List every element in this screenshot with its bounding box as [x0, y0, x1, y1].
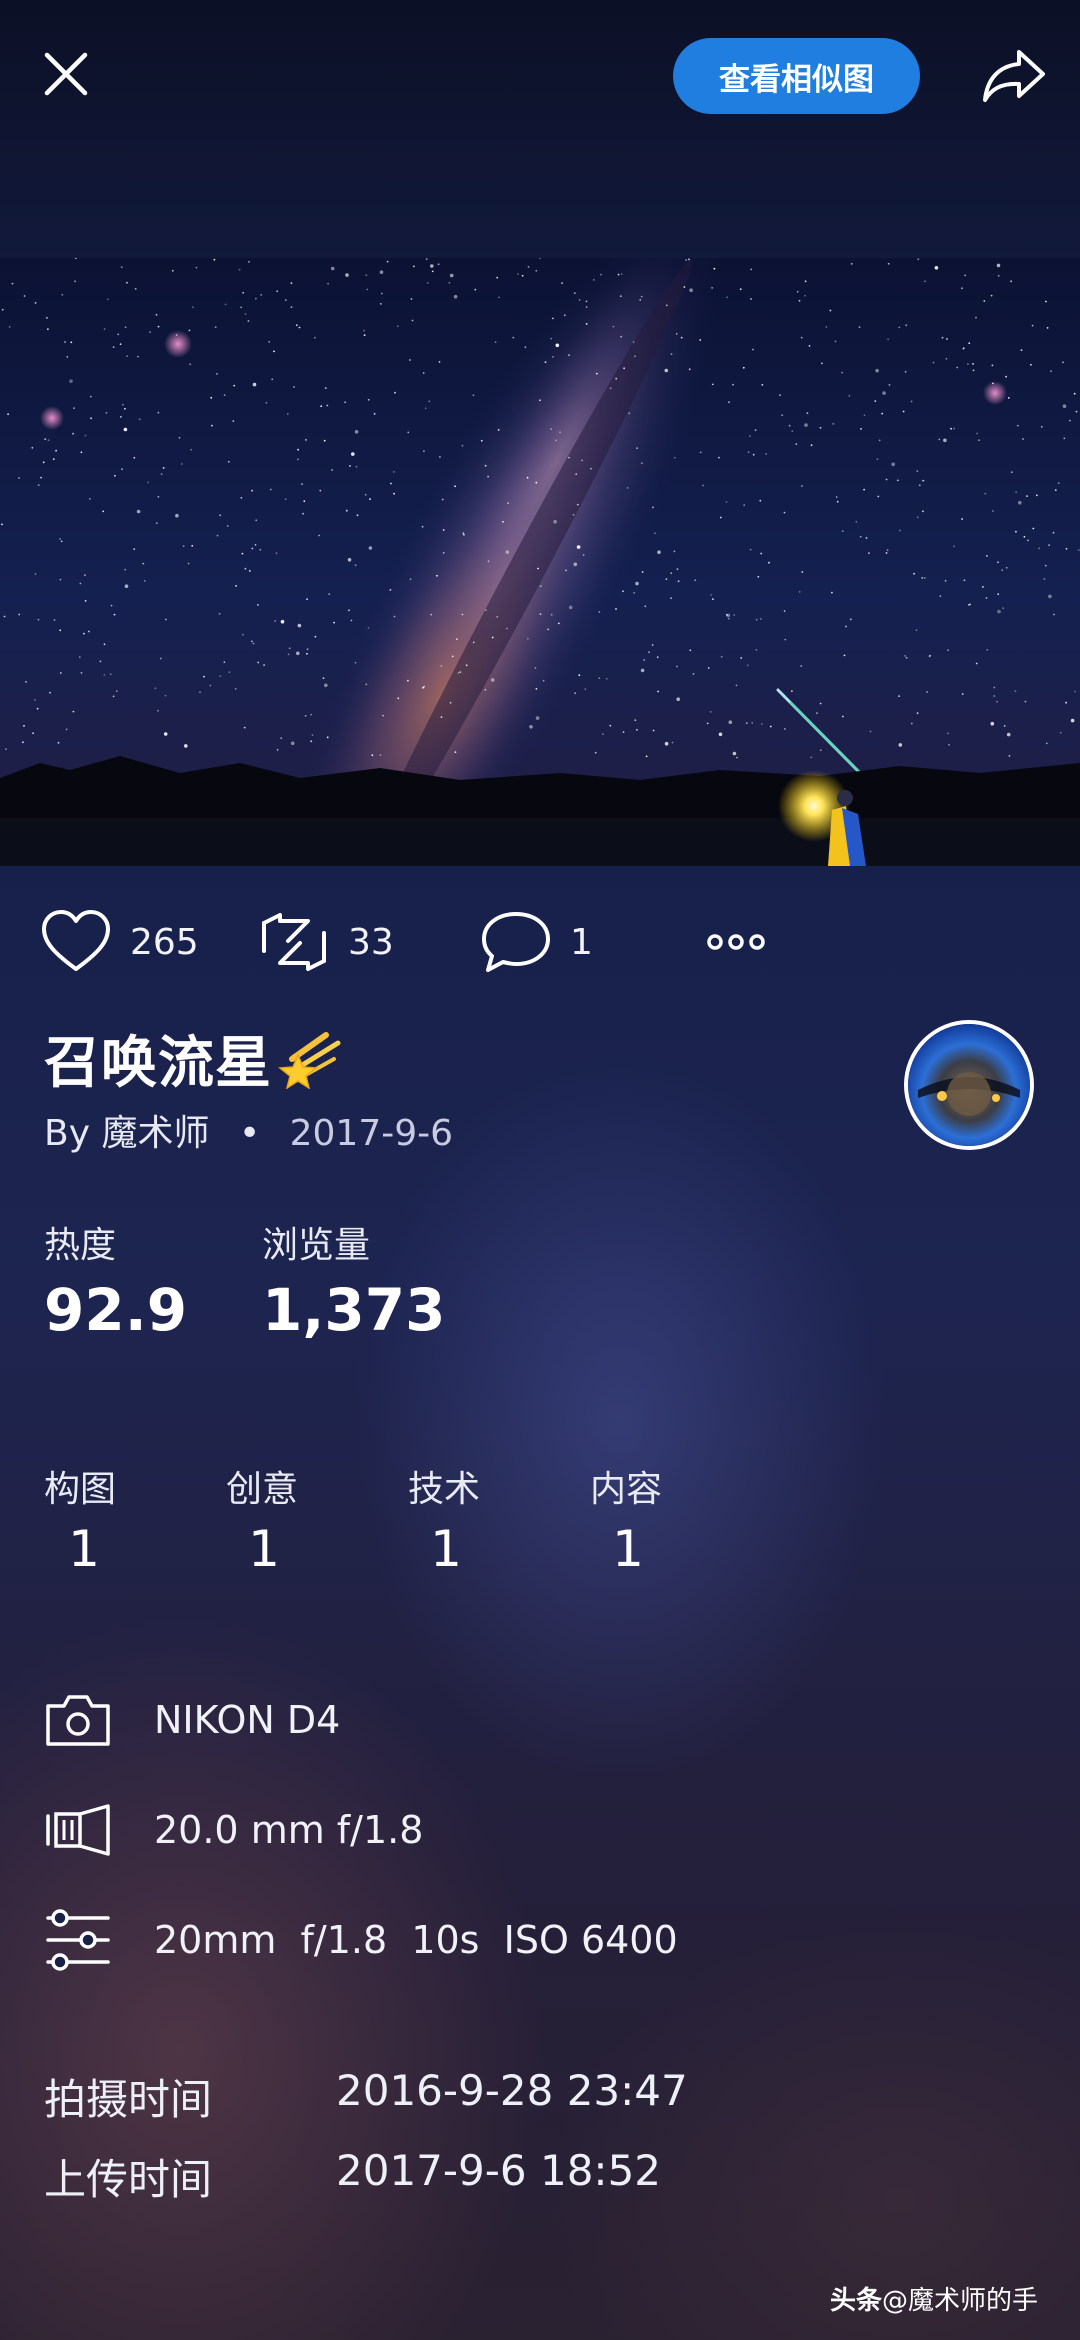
close-icon: [44, 52, 88, 96]
settings-sliders-icon: [46, 1909, 110, 1971]
view-similar-button[interactable]: 查看相似图: [673, 38, 920, 114]
lens-icon: [46, 1804, 110, 1856]
upload-time-value: 2017-9-6 18:52: [336, 2146, 662, 2195]
byline-separator: •: [238, 1113, 261, 1154]
watermark-handle: @魔术师的手: [882, 2286, 1039, 2316]
top-bar: 查看相似图: [0, 0, 1080, 160]
comment-button[interactable]: 1: [480, 900, 593, 984]
author-name[interactable]: 魔术师: [101, 1113, 209, 1154]
heat-value: 92.9: [44, 1276, 188, 1344]
meteor-emoji-icon: [278, 1031, 341, 1089]
shooting-settings: 20mm f/1.8 10s ISO 6400: [154, 1918, 678, 1962]
post-date: 2017-9-6: [289, 1113, 454, 1154]
comment-count: 1: [570, 921, 593, 963]
score-content-label: 内容: [590, 1469, 663, 1510]
post-title: 召唤流星: [44, 1018, 350, 1099]
byline-prefix: By: [44, 1113, 91, 1154]
score-technique-value: 1: [430, 1520, 462, 1578]
exif-lens-row: 20.0 mm f/1.8: [44, 1798, 423, 1862]
like-count: 265: [130, 921, 199, 963]
exif-settings-row: 20mm f/1.8 10s ISO 6400: [44, 1908, 678, 1972]
score-creativity-value: 1: [248, 1520, 280, 1578]
share-icon: [983, 50, 1045, 102]
more-icon: [707, 934, 765, 950]
shot-time-label: 拍摄时间: [44, 2075, 213, 2124]
score-creativity-label: 创意: [226, 1469, 299, 1510]
score-composition-value: 1: [68, 1520, 100, 1578]
repost-icon: [262, 913, 326, 971]
score-content-value: 1: [612, 1520, 644, 1578]
share-button[interactable]: [978, 42, 1050, 110]
main-photo[interactable]: [0, 258, 1080, 866]
heart-icon: [42, 910, 110, 971]
post-title-text: 召唤流星: [44, 1031, 272, 1096]
action-row: 265 33 1: [0, 900, 1080, 984]
byline: By 魔术师 • 2017-9-6: [44, 1104, 453, 1156]
views-value: 1,373: [262, 1276, 446, 1344]
like-button[interactable]: 265: [40, 900, 199, 984]
more-button[interactable]: [706, 900, 766, 984]
exif-camera-row: NIKON D4: [44, 1688, 340, 1752]
repost-button[interactable]: 33: [258, 900, 394, 984]
avatar[interactable]: [904, 1020, 1034, 1150]
camera-model: NIKON D4: [154, 1698, 341, 1742]
score-technique-label: 技术: [408, 1469, 481, 1510]
camera-icon: [46, 1695, 110, 1746]
views-label: 浏览量: [262, 1225, 371, 1266]
watermark-brand: 头条: [830, 2286, 883, 2316]
close-button[interactable]: [36, 44, 96, 104]
watermark: 头条@魔术师的手: [830, 2280, 1038, 2317]
shot-time-value: 2016-9-28 23:47: [336, 2066, 688, 2115]
repost-count: 33: [348, 921, 394, 963]
score-composition-label: 构图: [44, 1469, 117, 1510]
heat-label: 热度: [44, 1225, 117, 1266]
lens-spec: 20.0 mm f/1.8: [154, 1808, 424, 1852]
upload-time-label: 上传时间: [44, 2155, 213, 2204]
comment-icon: [482, 912, 550, 972]
